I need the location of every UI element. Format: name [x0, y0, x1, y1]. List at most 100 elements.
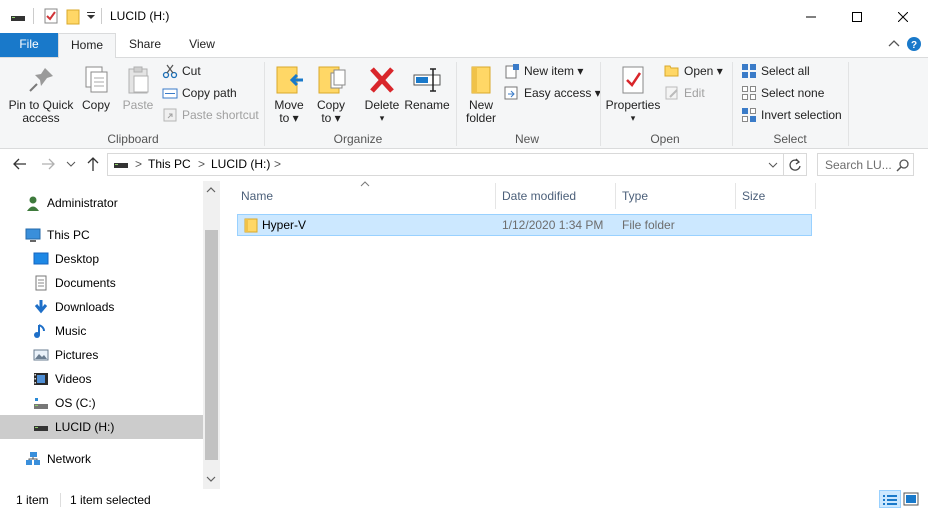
ribbon: Pin to Quick access Copy Paste Cut Copy …	[0, 57, 928, 149]
move-to-button[interactable]: Move to ▾	[271, 64, 307, 125]
search-icon[interactable]	[896, 158, 910, 172]
nav-item-label: Documents	[55, 276, 116, 290]
column-divider[interactable]	[815, 183, 816, 209]
group-divider	[264, 62, 265, 146]
open-label: Open ▾	[684, 64, 723, 78]
pin-icon	[25, 64, 57, 96]
paste-shortcut-button[interactable]: Paste shortcut	[162, 105, 259, 125]
table-row[interactable]: Hyper-V 1/12/2020 1:34 PM File folder	[237, 214, 812, 236]
nav-item-network[interactable]: Network	[0, 447, 204, 471]
select-none-button[interactable]: Select none	[741, 83, 824, 103]
drive-icon[interactable]	[10, 10, 26, 24]
nav-item-label: This PC	[47, 228, 90, 242]
paste-button[interactable]: Paste	[118, 64, 158, 112]
paste-icon	[122, 64, 154, 96]
rename-button[interactable]: Rename	[404, 64, 450, 112]
nav-item-music[interactable]: Music	[0, 319, 204, 343]
maximize-button[interactable]	[834, 0, 880, 33]
refresh-icon[interactable]	[788, 158, 802, 172]
nav-item-pictures[interactable]: Pictures	[0, 343, 204, 367]
item-count: 1 item	[16, 493, 49, 507]
copy-to-button[interactable]: Copy to ▾	[313, 64, 349, 125]
network-icon	[25, 451, 41, 467]
details-view-icon[interactable]	[879, 490, 901, 508]
tab-home[interactable]: Home	[58, 33, 116, 58]
recent-locations-chevron-icon[interactable]	[66, 160, 76, 168]
address-row: > This PC > LUCID (H:) > Search LU...	[0, 149, 928, 181]
properties-quick-icon[interactable]	[43, 8, 59, 24]
nav-item-documents[interactable]: Documents	[0, 271, 204, 295]
column-header-size[interactable]: Size	[742, 187, 812, 207]
edit-label: Edit	[684, 86, 705, 100]
select-none-icon	[741, 85, 757, 101]
nav-item-lucid-h[interactable]: LUCID (H:)	[0, 415, 204, 439]
column-header-date-modified[interactable]: Date modified	[502, 187, 612, 207]
documents-icon	[33, 275, 49, 291]
column-divider[interactable]	[495, 183, 496, 209]
copy-button[interactable]: Copy	[78, 64, 114, 112]
tab-view[interactable]: View	[174, 33, 230, 57]
delete-dropdown-arrow[interactable]: ▾	[363, 112, 401, 125]
search-input[interactable]: Search LU...	[825, 158, 892, 172]
title-bar: LUCID (H:)	[0, 0, 928, 33]
move-to-icon	[273, 64, 305, 96]
address-dropdown-chevron-icon[interactable]	[768, 161, 778, 169]
file-type: File folder	[622, 218, 675, 232]
new-item-button[interactable]: New item ▾	[504, 61, 583, 81]
new-folder-button[interactable]: New folder	[461, 64, 501, 125]
delete-button[interactable]: Delete ▾	[363, 64, 401, 125]
open-button[interactable]: Open ▾	[664, 61, 723, 81]
breadcrumb-separator[interactable]: >	[135, 157, 142, 171]
column-header-type[interactable]: Type	[622, 187, 730, 207]
large-icons-view-icon[interactable]	[903, 491, 919, 507]
tab-share[interactable]: Share	[116, 33, 174, 57]
breadcrumb-this-pc[interactable]: This PC	[148, 157, 191, 171]
breadcrumb-lucid[interactable]: LUCID (H:)	[211, 157, 270, 171]
address-bar[interactable]: > This PC > LUCID (H:) >	[107, 153, 807, 176]
divider	[101, 8, 102, 24]
breadcrumb-separator[interactable]: >	[274, 157, 281, 171]
minimize-button[interactable]	[788, 0, 834, 33]
move-to-label-line2: to ▾	[279, 111, 299, 125]
nav-item-desktop[interactable]: Desktop	[0, 247, 204, 271]
column-divider[interactable]	[615, 183, 616, 209]
copy-path-button[interactable]: Copy path	[162, 83, 237, 103]
nav-item-administrator[interactable]: Administrator	[0, 191, 204, 215]
videos-icon	[33, 371, 49, 387]
customize-quick-access-icon[interactable]	[86, 11, 96, 21]
nav-item-label: Desktop	[55, 252, 100, 266]
up-arrow-icon[interactable]	[86, 156, 100, 172]
scroll-up-icon[interactable]	[206, 186, 216, 194]
nav-item-os-c[interactable]: OS (C:)	[0, 391, 204, 415]
computer-icon	[25, 227, 41, 243]
file-name[interactable]: Hyper-V	[262, 218, 306, 232]
cut-button[interactable]: Cut	[162, 61, 201, 81]
new-item-icon	[504, 63, 520, 79]
help-icon[interactable]: ?	[907, 37, 921, 51]
collapse-ribbon-icon[interactable]	[888, 38, 900, 48]
edit-icon	[664, 85, 680, 101]
navigation-pane: Administrator This PC Desktop Documents …	[0, 181, 220, 489]
new-item-label: New item ▾	[524, 64, 584, 78]
scroll-down-icon[interactable]	[206, 475, 216, 483]
invert-selection-button[interactable]: Invert selection	[741, 105, 842, 125]
select-all-button[interactable]: Select all	[741, 61, 810, 81]
forward-arrow-icon[interactable]	[40, 157, 56, 171]
column-header-name[interactable]: Name	[241, 187, 491, 207]
back-arrow-icon[interactable]	[12, 157, 28, 171]
nav-item-this-pc[interactable]: This PC	[0, 223, 204, 247]
pin-to-quick-access-button[interactable]: Pin to Quick access	[4, 64, 78, 125]
tab-file[interactable]: File	[0, 33, 58, 57]
nav-item-videos[interactable]: Videos	[0, 367, 204, 391]
breadcrumb-separator[interactable]: >	[198, 157, 205, 171]
scrollbar-thumb[interactable]	[205, 230, 218, 460]
column-divider[interactable]	[735, 183, 736, 209]
nav-item-downloads[interactable]: Downloads	[0, 295, 204, 319]
properties-dropdown-arrow[interactable]: ▾	[604, 112, 662, 125]
easy-access-button[interactable]: Easy access ▾	[504, 83, 601, 103]
new-folder-quick-icon[interactable]	[66, 9, 80, 25]
close-button[interactable]	[880, 0, 926, 33]
search-box[interactable]: Search LU...	[817, 153, 914, 176]
edit-button[interactable]: Edit	[664, 83, 705, 103]
properties-button[interactable]: Properties ▾	[604, 64, 662, 125]
